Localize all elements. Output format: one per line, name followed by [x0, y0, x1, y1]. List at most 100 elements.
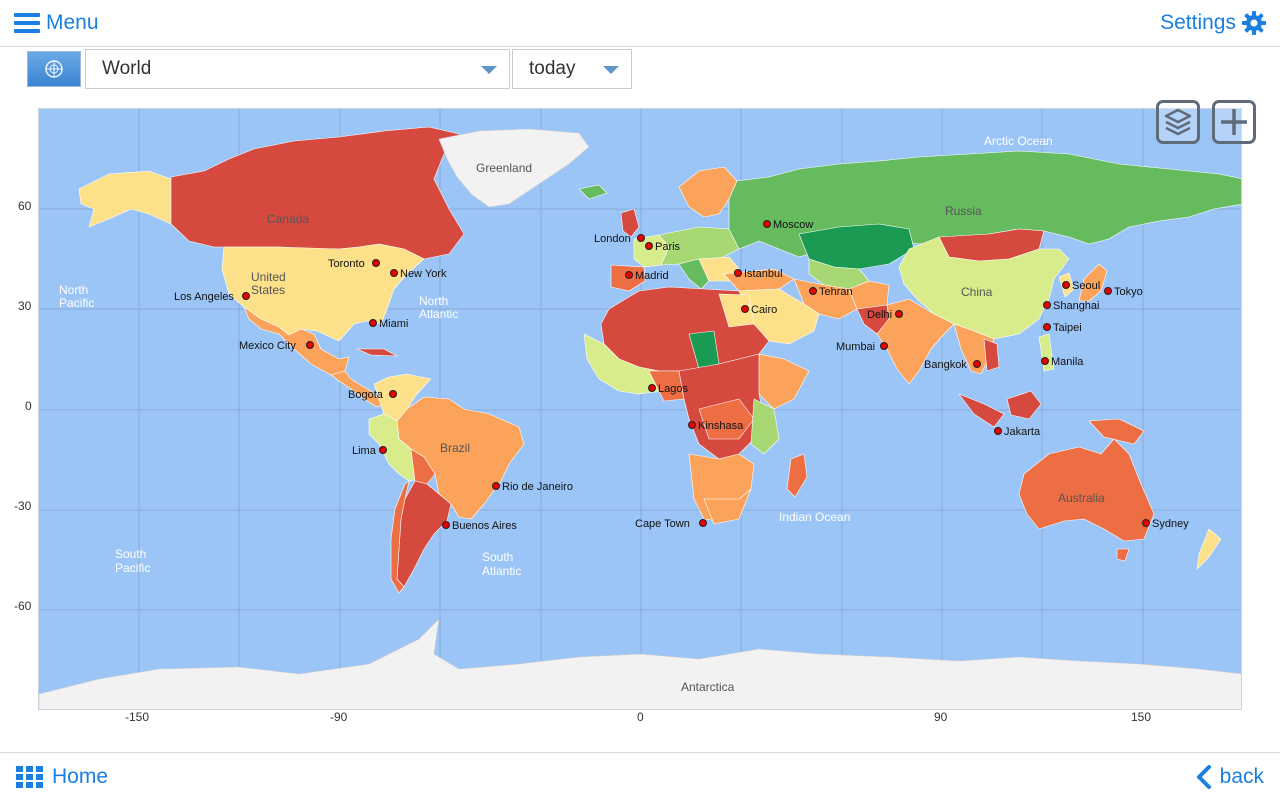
- label-arctic-ocean: Arctic Ocean: [984, 134, 1053, 148]
- svg-text:Paris: Paris: [655, 241, 681, 253]
- svg-text:Cairo: Cairo: [751, 304, 777, 316]
- home-button[interactable]: Home: [16, 765, 108, 789]
- grid-icon: [16, 766, 43, 788]
- country-canada[interactable]: [170, 126, 465, 260]
- svg-text:Tehran: Tehran: [819, 286, 853, 298]
- city-lima[interactable]: Lima: [352, 445, 387, 457]
- svg-text:Rio de Janeiro: Rio de Janeiro: [502, 481, 573, 493]
- island-madagascar[interactable]: [786, 453, 808, 498]
- layers-button[interactable]: [1156, 100, 1200, 144]
- city-buenos-aires[interactable]: Buenos Aires: [442, 520, 518, 532]
- label-north-pacific-1: North: [59, 283, 88, 297]
- region-select-value: World: [102, 58, 152, 79]
- svg-text:Toronto: Toronto: [328, 258, 365, 270]
- svg-text:Istanbul: Istanbul: [744, 268, 783, 280]
- world-map-svg[interactable]: Canada United States Russia China Brazil…: [39, 109, 1242, 710]
- city-cape-town[interactable]: Cape Town: [635, 518, 707, 530]
- period-select[interactable]: today: [512, 49, 632, 89]
- label-south-atlantic-1: South: [482, 550, 513, 564]
- top-bar: Menu Settings: [0, 0, 1280, 47]
- svg-text:Jakarta: Jakarta: [1004, 426, 1041, 438]
- svg-text:Buenos Aires: Buenos Aires: [452, 520, 517, 532]
- svg-text:Cape Town: Cape Town: [635, 518, 690, 530]
- svg-text:Shanghai: Shanghai: [1053, 300, 1100, 312]
- country-new-zealand[interactable]: [1196, 528, 1222, 570]
- menu-button[interactable]: Menu: [14, 9, 99, 37]
- island-new-guinea[interactable]: [1088, 418, 1145, 445]
- region-scandinavia[interactable]: [678, 166, 738, 218]
- city-rio-de-janeiro[interactable]: Rio de Janeiro: [492, 481, 573, 493]
- label-south-pacific-2: Pacific: [115, 561, 150, 575]
- svg-text:Mexico City: Mexico City: [239, 340, 296, 352]
- country-australia[interactable]: [1018, 438, 1155, 542]
- svg-text:New York: New York: [400, 268, 447, 280]
- city-tokyo[interactable]: Tokyo: [1104, 286, 1143, 298]
- zoom-in-button[interactable]: [1212, 100, 1256, 144]
- hamburger-icon: [14, 13, 40, 33]
- back-label: back: [1219, 765, 1264, 788]
- un-flag-icon: [45, 60, 63, 78]
- y-tick-label: 0: [25, 399, 32, 413]
- island-iceland[interactable]: [578, 184, 608, 200]
- svg-text:Mumbai: Mumbai: [836, 341, 875, 353]
- x-tick-label: -150: [125, 710, 150, 724]
- y-tick-label: 30: [18, 299, 32, 313]
- island-borneo[interactable]: [1006, 390, 1042, 420]
- island-tasmania[interactable]: [1116, 548, 1130, 562]
- chevron-down-icon: [603, 66, 619, 74]
- chevron-down-icon: [481, 66, 497, 74]
- chevron-left-icon: [1196, 765, 1211, 789]
- region-antarctica[interactable]: [39, 618, 1242, 710]
- x-tick-label: -90: [330, 710, 348, 724]
- back-button[interactable]: back: [1196, 765, 1264, 789]
- city-shanghai[interactable]: Shanghai: [1043, 300, 1100, 312]
- city-miami[interactable]: Miami: [369, 318, 409, 330]
- city-mumbai[interactable]: Mumbai: [836, 341, 888, 353]
- y-tick-label: -60: [14, 599, 32, 613]
- label-antarctica: Antarctica: [681, 680, 735, 694]
- label-australia: Australia: [1058, 491, 1105, 505]
- label-united-states-2: States: [251, 283, 285, 297]
- region-flag[interactable]: [27, 51, 81, 87]
- settings-button[interactable]: Settings: [1160, 9, 1266, 37]
- svg-text:Lagos: Lagos: [658, 383, 688, 395]
- svg-text:Los Angeles: Los Angeles: [174, 291, 234, 303]
- city-jakarta[interactable]: Jakarta: [994, 426, 1041, 438]
- label-united-states-1: United: [251, 270, 286, 284]
- label-indian-ocean: Indian Ocean: [779, 510, 850, 524]
- label-north-pacific-2: Pacific: [59, 296, 94, 310]
- svg-text:Bangkok: Bangkok: [924, 359, 967, 371]
- y-tick-label: 60: [18, 199, 32, 213]
- city-taipei[interactable]: Taipei: [1043, 322, 1082, 334]
- period-select-value: today: [529, 58, 576, 79]
- svg-text:Lima: Lima: [352, 445, 377, 457]
- label-brazil: Brazil: [440, 441, 470, 455]
- region-horn-of-africa[interactable]: [758, 353, 810, 410]
- svg-text:Moscow: Moscow: [773, 219, 813, 231]
- x-tick-label: 0: [637, 710, 644, 724]
- gear-icon: [1242, 11, 1266, 35]
- svg-text:Miami: Miami: [379, 318, 408, 330]
- layers-icon: [1164, 108, 1192, 136]
- svg-text:Manila: Manila: [1051, 356, 1084, 368]
- svg-text:Bogota: Bogota: [348, 389, 384, 401]
- svg-text:Sydney: Sydney: [1152, 518, 1189, 530]
- label-russia: Russia: [945, 204, 982, 218]
- svg-text:Seoul: Seoul: [1072, 280, 1100, 292]
- label-china: China: [961, 285, 993, 299]
- country-cuba[interactable]: [356, 348, 398, 357]
- y-tick-label: -30: [14, 499, 32, 513]
- svg-text:London: London: [594, 233, 631, 245]
- svg-text:Taipei: Taipei: [1053, 322, 1082, 334]
- country-alaska[interactable]: [78, 170, 172, 228]
- region-select[interactable]: World: [85, 49, 510, 89]
- region-indonesia[interactable]: [958, 393, 1005, 428]
- settings-label: Settings: [1160, 11, 1236, 34]
- svg-text:Delhi: Delhi: [867, 309, 892, 321]
- world-map[interactable]: Canada United States Russia China Brazil…: [38, 108, 1242, 710]
- bottom-bar: Home back: [0, 752, 1280, 801]
- country-vietnam[interactable]: [983, 338, 1000, 372]
- x-tick-label: 90: [934, 710, 948, 724]
- label-greenland: Greenland: [476, 161, 532, 175]
- label-south-atlantic-2: Atlantic: [482, 564, 521, 578]
